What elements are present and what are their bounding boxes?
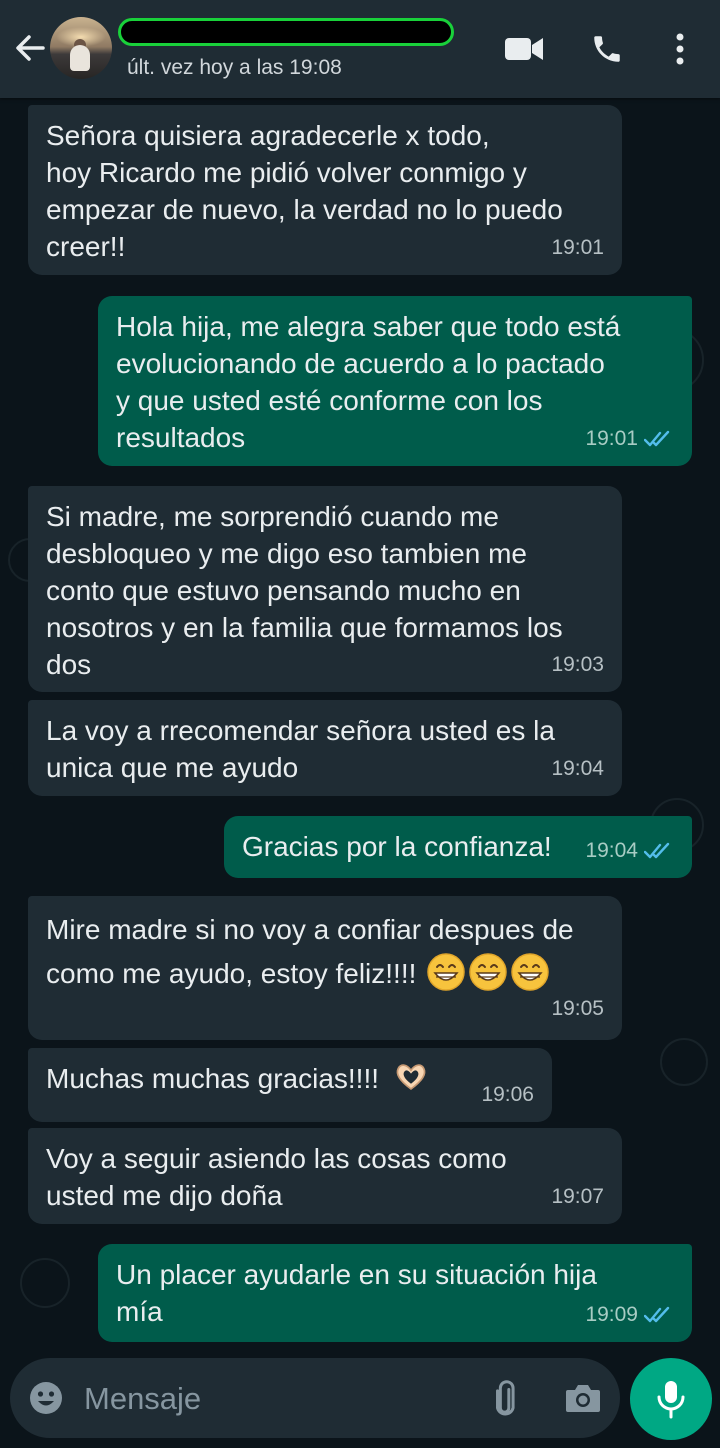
message-text: Señora quisiera agradecerle x todo, hoy … [46, 120, 563, 262]
message-timestamp: 19:04 [551, 757, 604, 780]
incoming-message-bubble[interactable]: Muchas muchas gracias!!!! 19:06 [28, 1048, 552, 1122]
read-receipt-icon [644, 842, 670, 858]
chat-area[interactable]: Señora quisiera agradecerle x todo, hoy … [0, 98, 720, 1358]
outgoing-message-bubble[interactable]: Un placer ayudarle en su situación hija … [98, 1244, 692, 1342]
message-input[interactable] [82, 1372, 466, 1426]
wallpaper-doodle [20, 1258, 70, 1308]
message-timestamp: 19:09 [585, 1296, 674, 1333]
video-call-icon[interactable] [504, 35, 544, 68]
incoming-message-bubble[interactable]: Mire madre si no voy a confiar despues d… [28, 896, 622, 1040]
read-receipt-icon [644, 430, 670, 446]
message-timestamp: 19:07 [551, 1185, 604, 1208]
message-timestamp: 19:01 [551, 236, 604, 259]
message-timestamp: 19:01 [585, 420, 674, 457]
microphone-button[interactable] [630, 1358, 712, 1440]
last-seen-status: últ. vez hoy a las 19:08 [127, 56, 342, 79]
incoming-message-bubble[interactable]: Voy a seguir asiendo las cosas como uste… [28, 1128, 622, 1224]
emoji-icon[interactable] [28, 1380, 64, 1416]
incoming-message-bubble[interactable]: Señora quisiera agradecerle x todo, hoy … [28, 105, 622, 275]
microphone-icon [657, 1381, 685, 1419]
back-arrow-icon[interactable] [10, 28, 50, 68]
contact-avatar[interactable] [50, 17, 112, 79]
grinning-face-emoji [511, 953, 549, 991]
chat-header: últ. vez hoy a las 19:08 [0, 0, 720, 98]
grinning-face-emoji [427, 953, 465, 991]
message-timestamp: 19:05 [551, 997, 604, 1020]
message-timestamp: 19:06 [481, 1083, 534, 1106]
message-composer [10, 1358, 620, 1438]
message-text: Si madre, me sorprendió cuando me desblo… [46, 501, 563, 680]
message-text: Voy a seguir asiendo las cosas como uste… [46, 1143, 507, 1211]
camera-icon[interactable] [564, 1380, 602, 1416]
message-timestamp: 19:03 [551, 653, 604, 676]
heart-hands-emoji [396, 1064, 426, 1090]
more-options-icon[interactable] [672, 32, 688, 71]
incoming-message-bubble[interactable]: Si madre, me sorprendió cuando me desblo… [28, 486, 622, 692]
grinning-face-emoji-group [424, 953, 550, 991]
outgoing-message-bubble[interactable]: Hola hija, me alegra saber que todo está… [98, 296, 692, 466]
message-text: Muchas muchas gracias!!!! [46, 1063, 380, 1094]
contact-name-redacted[interactable] [118, 18, 454, 46]
outgoing-message-bubble[interactable]: Gracias por la confianza! 19:04 [224, 816, 692, 878]
incoming-message-bubble[interactable]: La voy a rrecomendar señora usted es la … [28, 700, 622, 796]
phone-icon[interactable] [590, 32, 624, 71]
wallpaper-doodle [660, 1038, 708, 1086]
message-text: La voy a rrecomendar señora usted es la … [46, 715, 555, 783]
grinning-face-emoji [469, 953, 507, 991]
attach-icon[interactable] [486, 1378, 526, 1418]
message-timestamp: 19:04 [585, 832, 674, 869]
read-receipt-icon [644, 1306, 670, 1322]
